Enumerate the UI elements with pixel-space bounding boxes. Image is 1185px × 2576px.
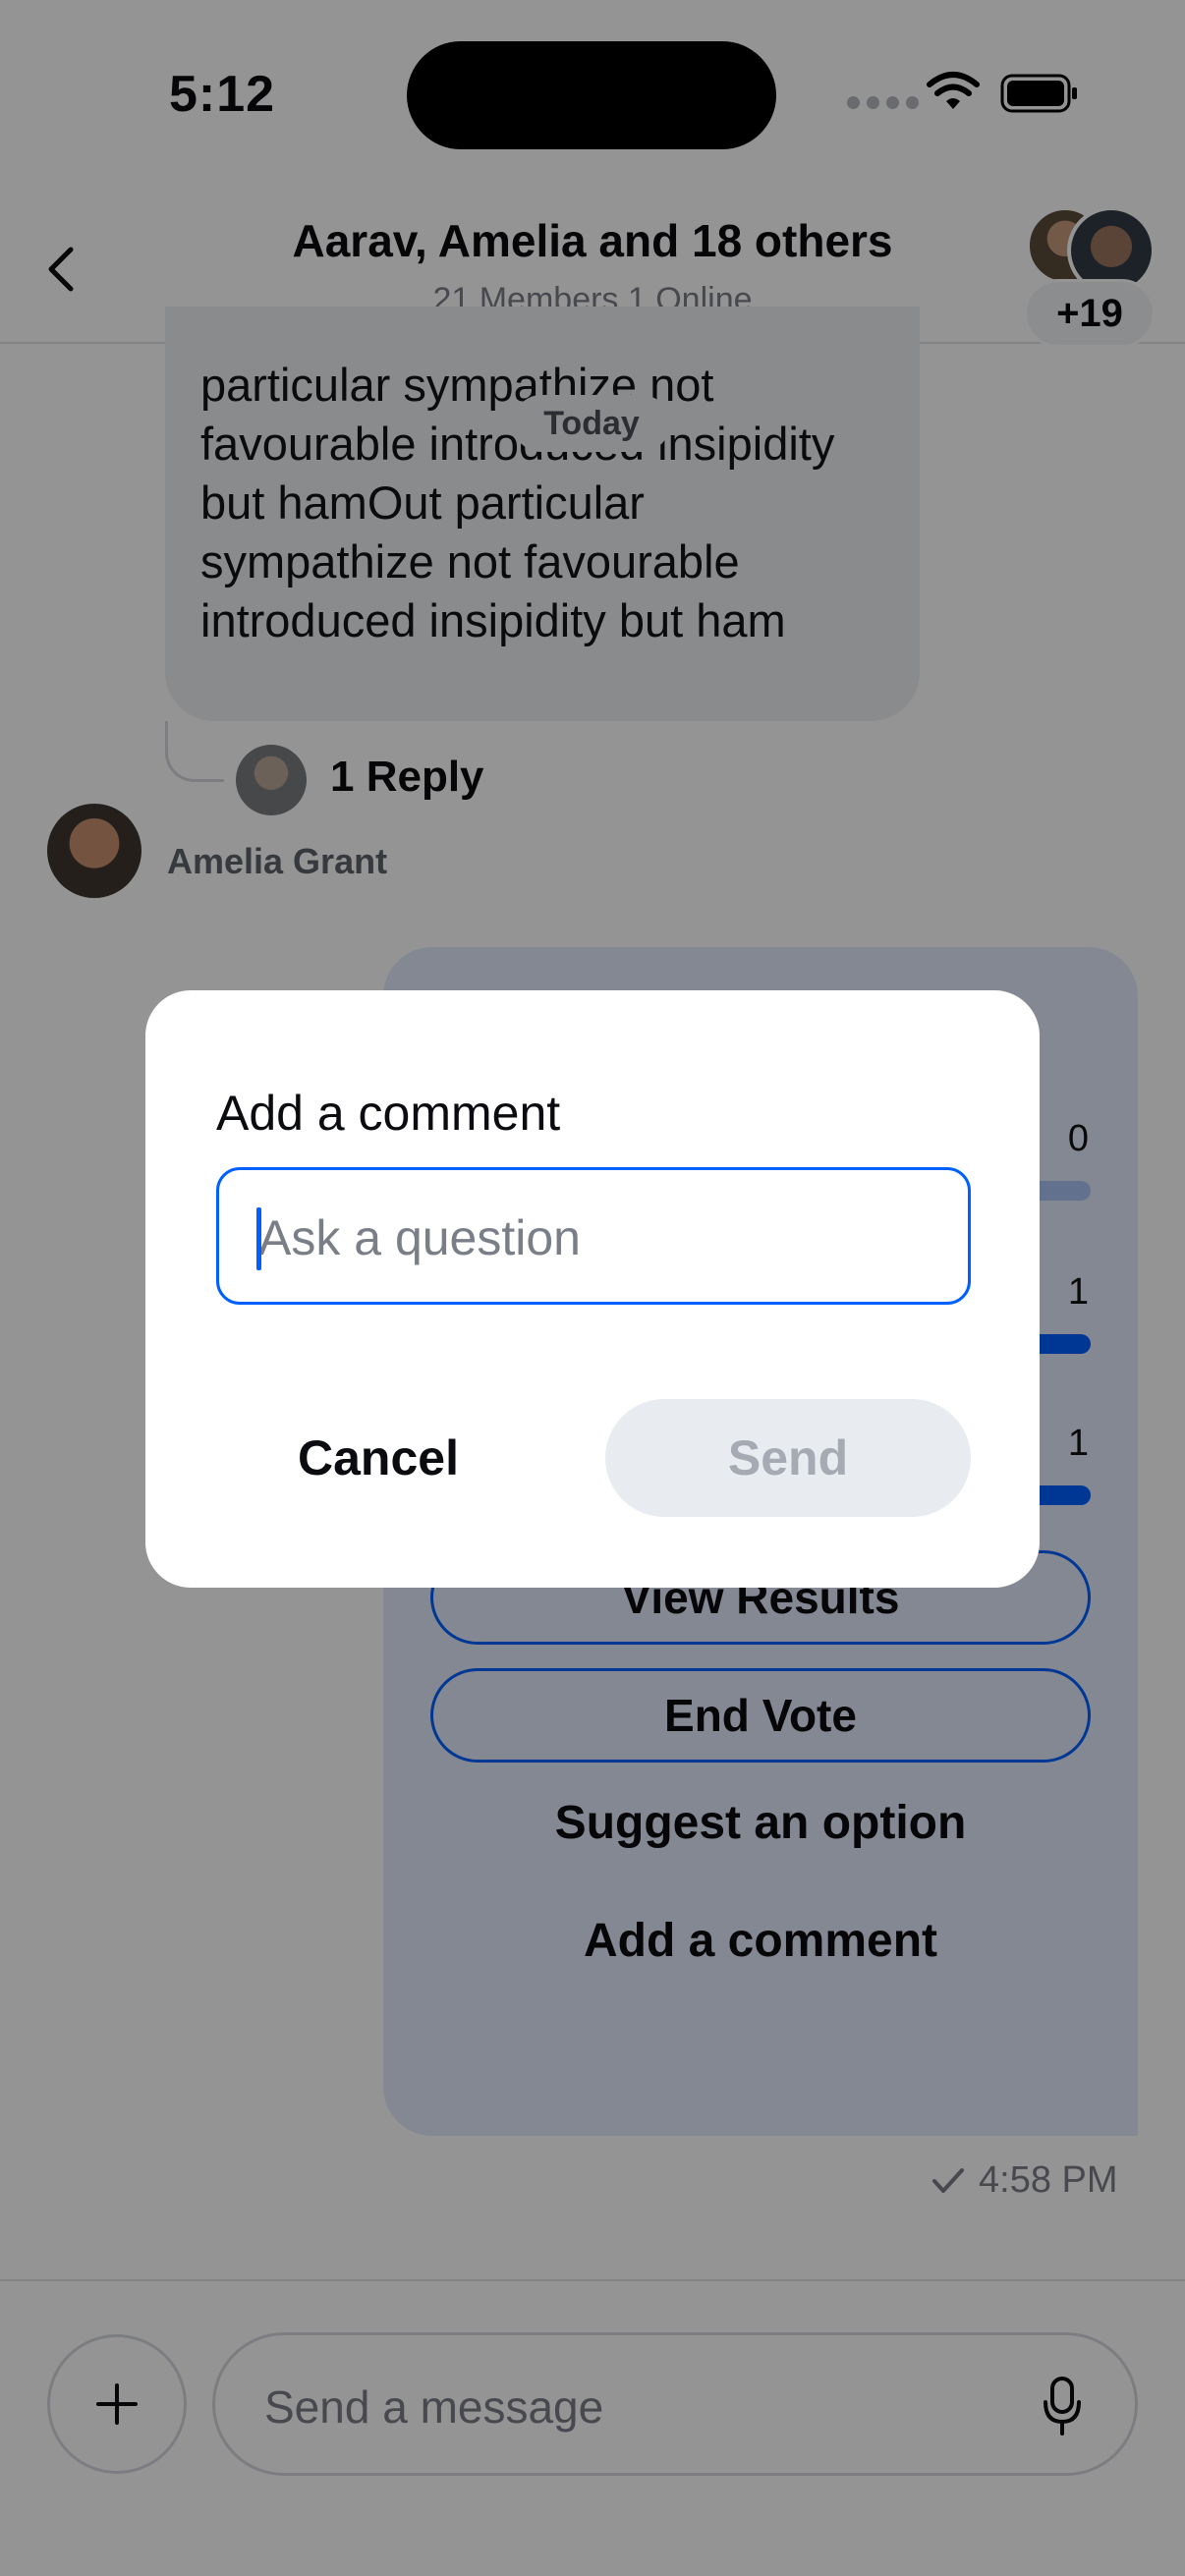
- comment-input[interactable]: Ask a question: [216, 1167, 971, 1305]
- text-cursor: [256, 1207, 261, 1270]
- dialog-title: Add a comment: [216, 1086, 561, 1141]
- send-button[interactable]: Send: [605, 1399, 971, 1517]
- add-comment-dialog: Add a comment Ask a question Cancel Send: [145, 990, 1040, 1588]
- cancel-button[interactable]: Cancel: [216, 1399, 540, 1517]
- comment-input-placeholder: Ask a question: [258, 1210, 581, 1265]
